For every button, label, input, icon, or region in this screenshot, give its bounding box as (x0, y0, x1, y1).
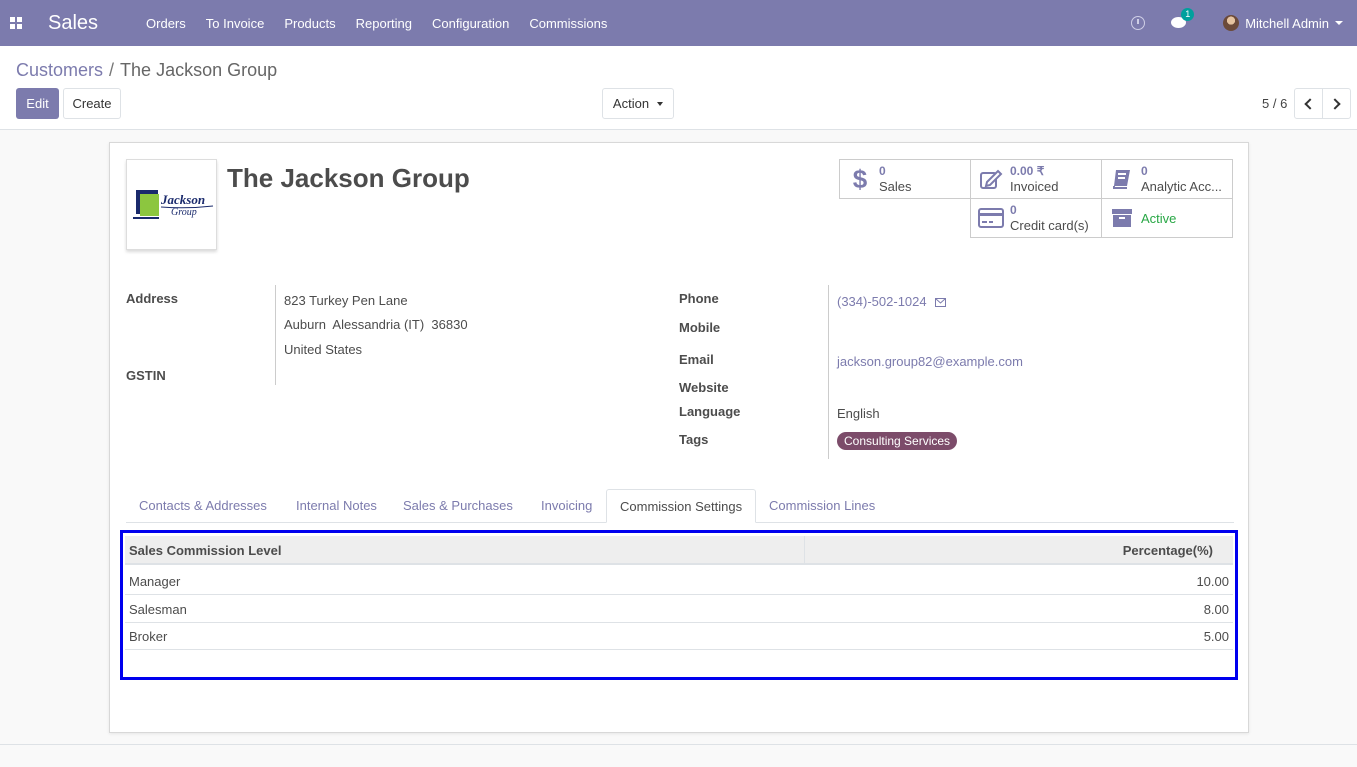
field-divider (828, 285, 829, 459)
messaging-icon[interactable]: 1 (1171, 8, 1195, 30)
archive-icon (1107, 208, 1137, 228)
table-row[interactable]: Broker 5.00 (125, 622, 1233, 650)
sms-envelope-icon[interactable] (935, 295, 946, 310)
invoiced-smart-button[interactable]: 0.00 ₹ Invoiced (970, 159, 1102, 199)
partner-name[interactable]: The Jackson Group (227, 163, 470, 194)
user-name: Mitchell Admin (1245, 15, 1329, 31)
analytic-label: Analytic Acc... (1141, 179, 1222, 194)
menu-configuration[interactable]: Configuration (432, 16, 509, 31)
avatar (1223, 15, 1240, 31)
pager-previous-button[interactable] (1294, 88, 1323, 119)
action-label: Action (612, 96, 650, 111)
row-percentage: 5.00 (1203, 629, 1229, 644)
column-header-percentage[interactable]: Percentage(%) (1123, 543, 1213, 558)
partner-logo[interactable]: Jackson Group (126, 159, 217, 250)
credit-cards-label: Credit card(s) (1010, 218, 1089, 233)
top-navbar: Sales Orders To Invoice Products Reporti… (0, 0, 1357, 46)
breadcrumb: Customers / The Jackson Group (16, 60, 277, 81)
tab-commission-lines[interactable]: Commission Lines (756, 489, 888, 523)
analytic-count: 0 (1141, 164, 1148, 178)
invoiced-amount: 0.00 ₹ (1010, 164, 1045, 178)
logo-text-line2: Group (171, 207, 197, 218)
column-header-level[interactable]: Sales Commission Level (129, 543, 281, 558)
phone-label: Phone (679, 291, 719, 306)
tag-consulting-services[interactable]: Consulting Services (837, 432, 958, 450)
table-row[interactable]: Manager 10.00 (125, 567, 1233, 595)
tab-invoicing[interactable]: Invoicing (528, 489, 605, 523)
book-icon (1107, 168, 1137, 190)
language-value[interactable]: English (837, 406, 880, 421)
email-label: Email (679, 352, 714, 367)
gstin-label: GSTIN (126, 368, 166, 383)
credit-card-icon (976, 208, 1006, 228)
language-label: Language (679, 404, 741, 419)
tab-commission-settings[interactable]: Commission Settings (606, 489, 757, 523)
sales-smart-button[interactable]: $ 0 Sales (839, 159, 971, 199)
breadcrumb-separator: / (109, 60, 115, 80)
action-button[interactable]: Action (602, 88, 674, 119)
jackson-group-logo-icon: Jackson Group (133, 190, 214, 219)
address-country[interactable]: United States (284, 342, 362, 357)
invoiced-label: Invoiced (1010, 179, 1059, 194)
messaging-badge: 1 (1181, 8, 1195, 21)
breadcrumb-current: The Jackson Group (120, 60, 278, 80)
activity-clock-icon[interactable] (1131, 16, 1146, 30)
dollar-icon: $ (852, 163, 868, 194)
row-percentage: 8.00 (1203, 602, 1229, 617)
credit-cards-count: 0 (1010, 203, 1017, 217)
caret-down-icon (657, 101, 664, 106)
edit-button[interactable]: Edit (16, 88, 59, 119)
sales-label: Sales (879, 179, 912, 194)
notebook-tabs: Contacts & Addresses Internal Notes Sale… (126, 489, 1234, 523)
menu-commissions[interactable]: Commissions (529, 16, 607, 31)
sales-count: 0 (879, 164, 886, 178)
menu-products[interactable]: Products (284, 16, 335, 31)
caret-down-icon (1335, 21, 1343, 25)
logo-text-line1: Jackson (160, 192, 205, 207)
pager-next-button[interactable] (1322, 88, 1351, 119)
chevron-right-icon (1329, 97, 1341, 110)
menu-reporting[interactable]: Reporting (356, 16, 412, 31)
user-menu[interactable]: Mitchell Admin (1223, 15, 1343, 31)
credit-cards-smart-button[interactable]: 0 Credit card(s) (970, 198, 1102, 238)
row-level: Manager (129, 574, 181, 589)
mobile-label: Mobile (679, 320, 721, 335)
control-panel: Customers / The Jackson Group Edit Create … (0, 46, 1357, 130)
tags-label: Tags (679, 432, 709, 447)
email-value[interactable]: jackson.group82@example.com (837, 354, 1023, 369)
active-toggle-button[interactable]: Active (1101, 198, 1233, 238)
field-divider (275, 285, 276, 385)
form-sheet: Jackson Group The Jackson Group $ 0 Sales… (109, 142, 1249, 733)
tab-contacts-addresses[interactable]: Contacts & Addresses (126, 489, 280, 523)
website-label: Website (679, 380, 729, 395)
tab-sales-purchases[interactable]: Sales & Purchases (390, 489, 526, 523)
analytic-accounts-smart-button[interactable]: 0 Analytic Acc... (1101, 159, 1233, 199)
table-header: Sales Commission Level Percentage(%) (125, 536, 1233, 565)
row-percentage: 10.00 (1196, 574, 1229, 589)
create-button[interactable]: Create (63, 88, 121, 119)
page-bottom-divider (0, 744, 1357, 745)
row-level: Salesman (129, 602, 187, 617)
app-name[interactable]: Sales (48, 12, 98, 35)
pencil-square-icon (976, 168, 1006, 190)
phone-value[interactable]: (334)-502-1024 (837, 294, 927, 309)
chevron-left-icon (1304, 97, 1316, 110)
pager-value[interactable]: 5 / 6 (1262, 96, 1287, 111)
menu-to-invoice[interactable]: To Invoice (206, 16, 265, 31)
commission-table-highlight: Sales Commission Level Percentage(%) Man… (120, 530, 1238, 680)
address-street[interactable]: 823 Turkey Pen Lane (284, 293, 408, 308)
breadcrumb-customers[interactable]: Customers (16, 60, 103, 80)
tab-internal-notes[interactable]: Internal Notes (283, 489, 390, 523)
active-label: Active (1141, 210, 1177, 226)
address-city-state-zip[interactable]: Auburn Alessandria (IT) 36830 (284, 317, 468, 332)
table-row[interactable]: Salesman 8.00 (125, 595, 1233, 623)
row-level: Broker (129, 629, 168, 644)
smart-button-box: $ 0 Sales 0.00 ₹ Invoiced 0 Analytic Acc...… (839, 159, 1234, 239)
menu-orders[interactable]: Orders (146, 16, 186, 31)
apps-menu-icon[interactable] (0, 0, 32, 46)
address-label: Address (126, 291, 179, 306)
column-divider (804, 536, 805, 565)
